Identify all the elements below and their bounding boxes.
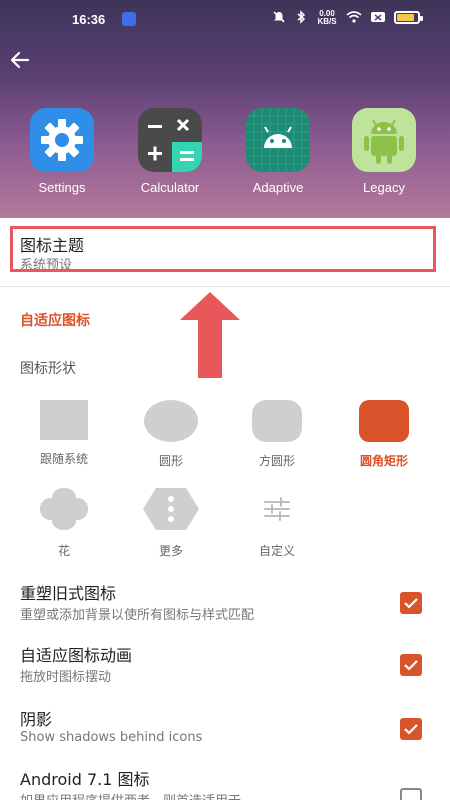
setting-subtitle: 拖放时图标摆动 (20, 670, 112, 685)
mute-icon (273, 11, 285, 23)
shape-option-system[interactable]: 跟随系统 (24, 400, 104, 467)
shape-label: 花 (57, 544, 70, 558)
setting-subtitle: 如果应用程序提供两者，则首选适用于 (20, 790, 241, 800)
shape-label: 方圆形 (258, 454, 295, 468)
icon-preview-header: 16:36 0.00 KB/S Settings Calculator Adap… (0, 0, 450, 218)
sim-off-icon (371, 12, 385, 22)
android-icon (352, 108, 416, 172)
setting-subtitle: 重塑或添加背景以使所有图标与样式匹配 (20, 608, 255, 623)
setting-title: 重塑旧式图标 (20, 584, 117, 603)
flower-shape-icon (40, 488, 88, 530)
square-shape-icon (40, 400, 88, 440)
shape-option-flower[interactable]: 花 (24, 486, 104, 559)
shape-option-more[interactable]: 更多 (131, 486, 211, 559)
preview-label: Legacy (363, 180, 405, 195)
checkbox-checked[interactable] (400, 592, 422, 614)
preview-settings[interactable]: Settings (22, 108, 102, 195)
arrow-up-icon (180, 292, 240, 378)
shape-label: 自定义 (258, 544, 295, 558)
android-icon (246, 108, 310, 172)
shape-label-selected: 圆角矩形 (359, 454, 408, 468)
status-time: 16:36 (72, 12, 106, 27)
preview-calculator[interactable]: Calculator (130, 108, 210, 195)
icon-preview-row: Settings Calculator Adaptive Legacy (0, 108, 450, 208)
rounded-rect-shape-icon (359, 400, 409, 442)
gear-icon (30, 108, 94, 172)
setting-title: 阴影 (20, 710, 53, 729)
back-arrow-icon[interactable] (8, 48, 32, 72)
setting-subtitle: Show shadows behind icons (20, 730, 203, 745)
icon-shape-heading: 图标形状 (20, 361, 76, 377)
preview-label: Settings (38, 180, 86, 195)
battery-icon (394, 10, 423, 24)
network-speed: 0.00 KB/S (317, 9, 337, 26)
bluetooth-icon (297, 10, 306, 24)
shape-label: 更多 (158, 544, 183, 558)
shape-option-circle[interactable]: 圆形 (131, 400, 211, 469)
setting-title: 自适应图标动画 (20, 646, 133, 665)
shape-option-squircle[interactable]: 方圆形 (237, 400, 317, 469)
calculator-icon (138, 108, 202, 172)
squircle-shape-icon (252, 400, 302, 442)
icon-theme-setting[interactable]: 图标主题 系统预设 (0, 218, 450, 282)
wifi-icon (346, 11, 362, 23)
shape-label: 跟随系统 (39, 452, 88, 466)
divider (0, 286, 450, 287)
sliders-icon (264, 497, 290, 521)
setting-title: Android 7.1 图标 (20, 770, 150, 789)
adaptive-section-title: 自适应图标 (20, 313, 90, 329)
app-notification-icon (122, 12, 136, 26)
more-icon (143, 488, 199, 530)
preview-legacy[interactable]: Legacy (344, 108, 424, 195)
shape-label: 圆形 (158, 454, 183, 468)
shape-option-custom[interactable]: 自定义 (237, 486, 317, 559)
checkbox-checked[interactable] (400, 654, 422, 676)
check-icon (404, 724, 418, 735)
preview-label: Calculator (140, 180, 200, 195)
preview-label: Adaptive (252, 180, 304, 195)
shape-option-rounded-rect[interactable]: 圆角矩形 (344, 400, 424, 469)
circle-shape-icon (144, 400, 198, 442)
setting-shadow[interactable]: 阴影 Show shadows behind icons (0, 700, 450, 762)
check-icon (404, 660, 418, 671)
settings-content: 图标主题 系统预设 自适应图标 图标形状 跟随系统 圆形 方圆形 圆角矩形 花 … (0, 218, 450, 800)
checkbox-checked[interactable] (400, 718, 422, 740)
setting-reshape-legacy[interactable]: 重塑旧式图标 重塑或添加背景以使所有图标与样式匹配 (0, 574, 450, 636)
preview-adaptive[interactable]: Adaptive (238, 108, 318, 195)
setting-android-71-icons[interactable]: Android 7.1 图标 如果应用程序提供两者，则首选适用于 (0, 760, 450, 800)
status-bar: 16:36 0.00 KB/S (0, 0, 450, 38)
setting-adaptive-animation[interactable]: 自适应图标动画 拖放时图标摆动 (0, 636, 450, 698)
highlight-box (10, 226, 436, 272)
checkbox-unchecked[interactable] (400, 788, 422, 800)
check-icon (404, 598, 418, 609)
